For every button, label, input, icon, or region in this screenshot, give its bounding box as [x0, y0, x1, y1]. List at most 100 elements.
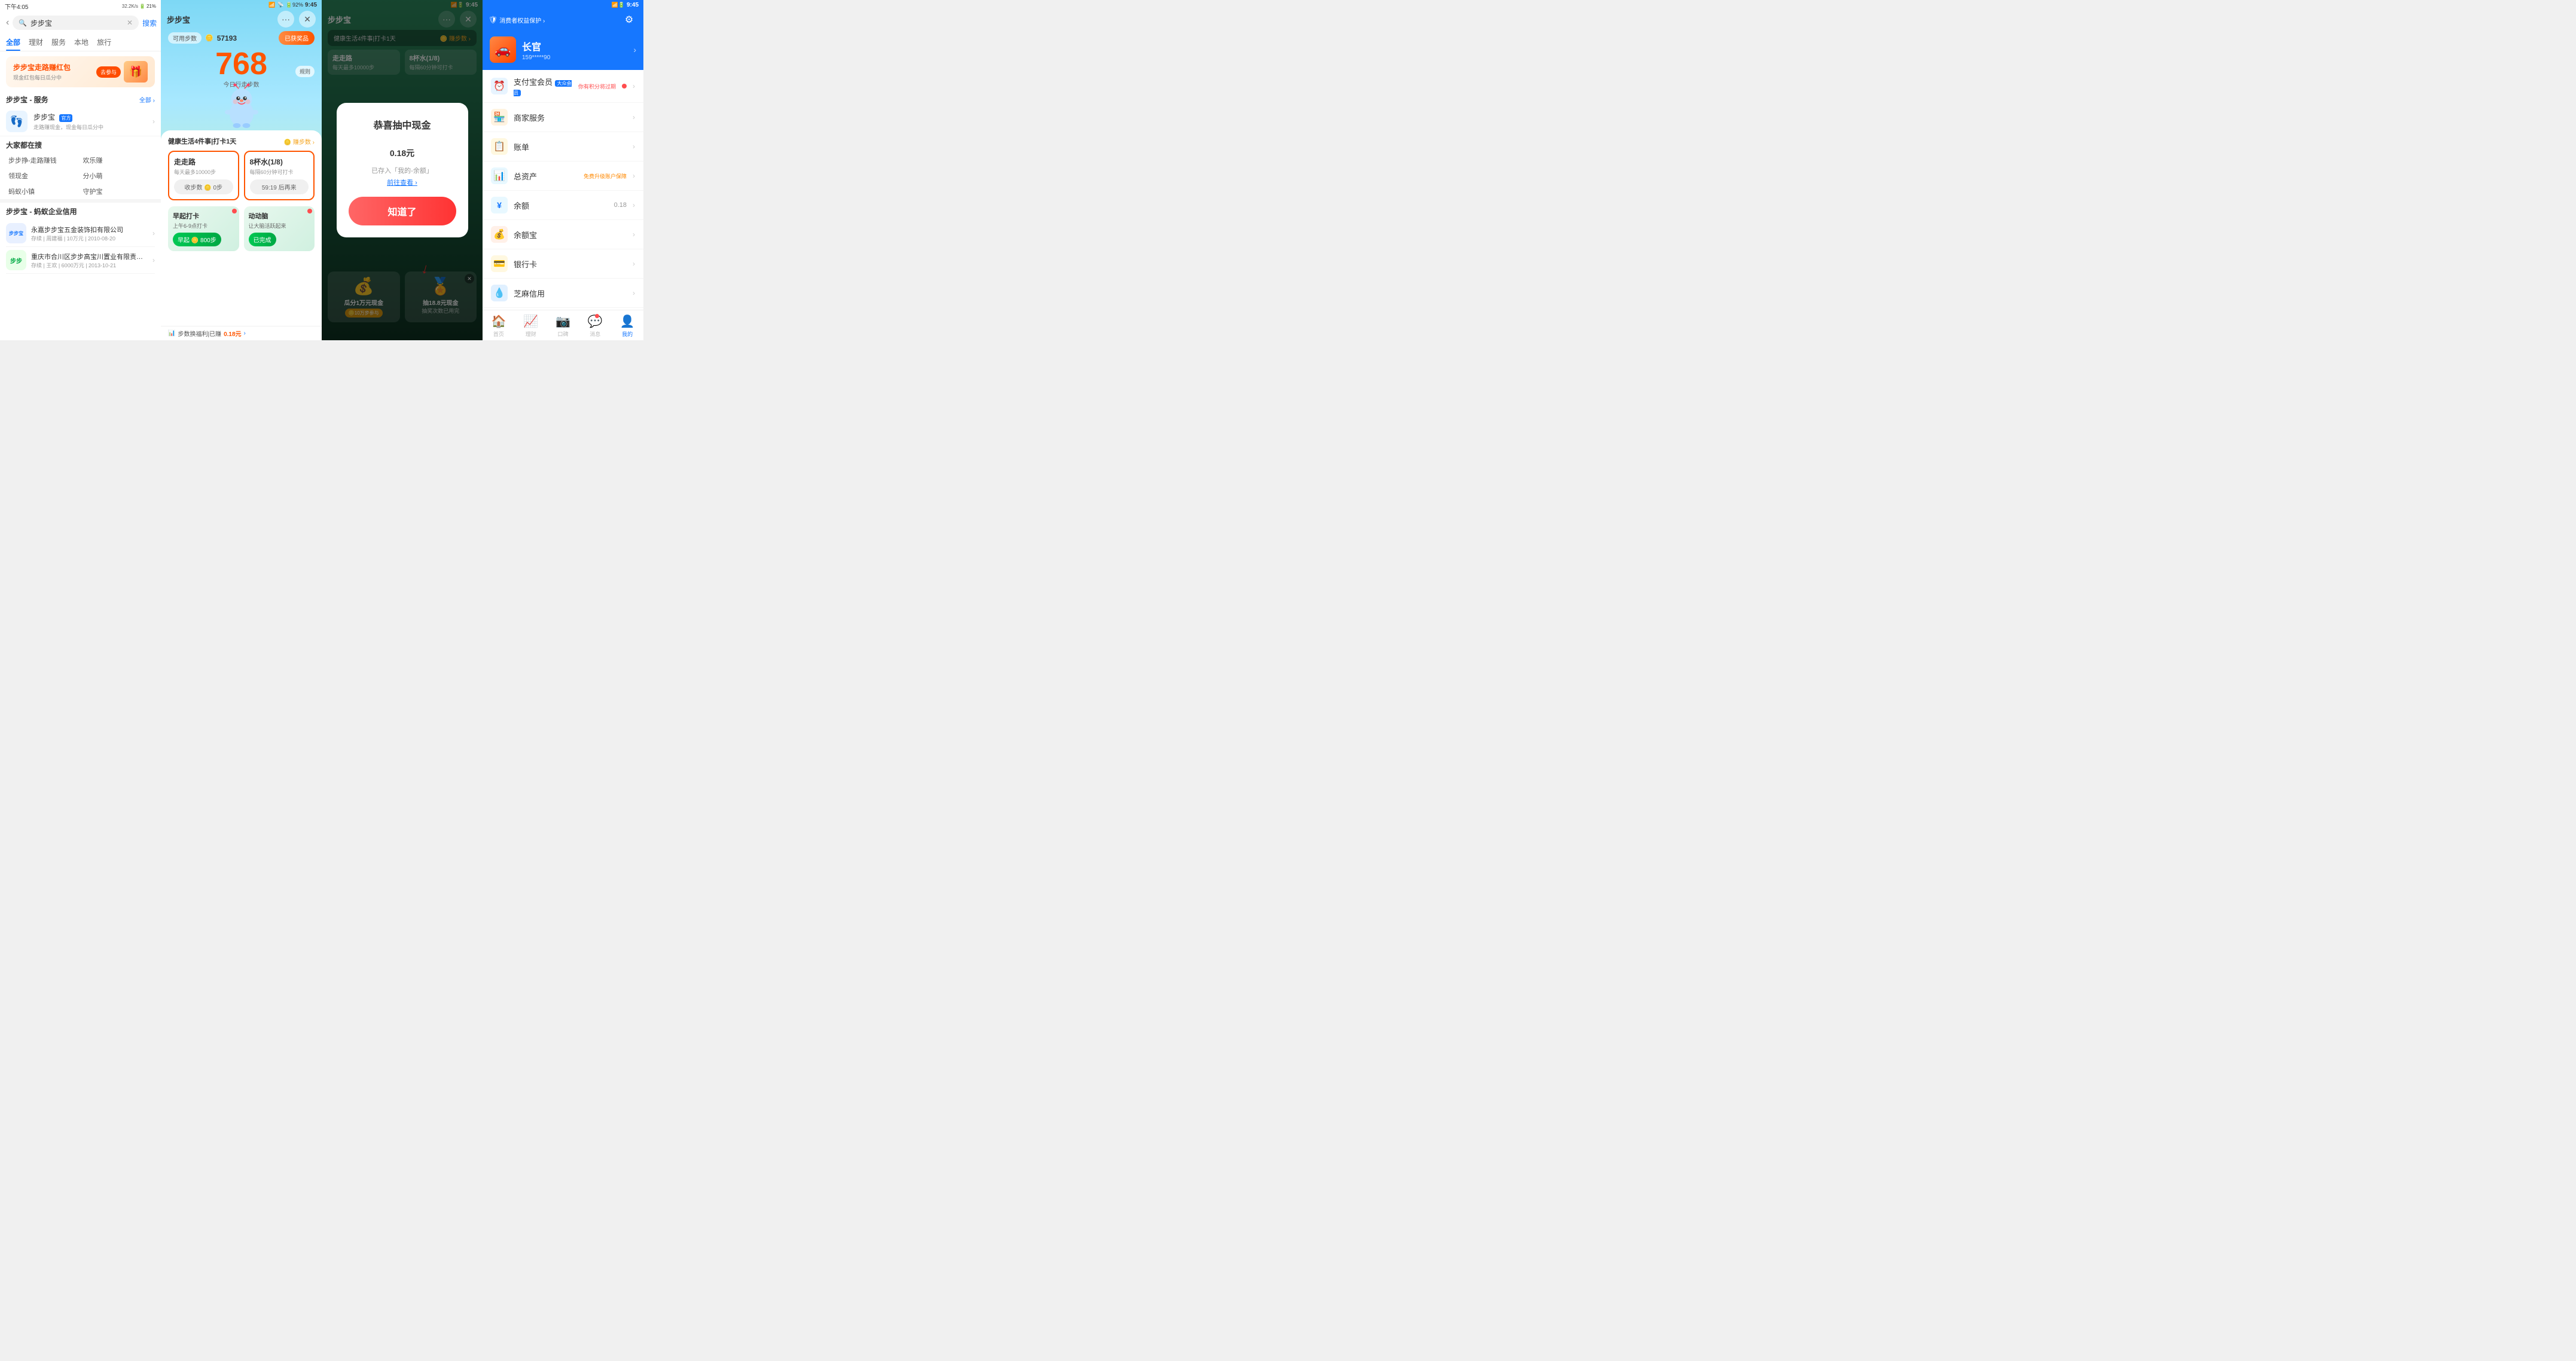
p4-menu-item-yuebao[interactable]: 💰 余额宝 ›	[483, 220, 643, 249]
p2-bonus-early[interactable]: 早起打卡 上午6-9点打卡 早起 🪙 800步	[168, 206, 239, 251]
p2-tasks-earn[interactable]: 🪙 赚步数 ›	[284, 137, 315, 146]
p4-nav-messages[interactable]: 💬 消息	[579, 314, 611, 338]
trending-item-0[interactable]: 步步挣-走路赚钱	[6, 152, 81, 168]
p4-menu-arrow-assets: ›	[633, 172, 635, 180]
trending-item-4[interactable]: 蚂蚁小镇	[6, 184, 81, 199]
p2-dots-button[interactable]: ···	[277, 11, 294, 28]
p4-nav-finance[interactable]: 📈 理财	[515, 314, 547, 338]
back-button[interactable]: ‹	[6, 17, 9, 28]
service-section-header: 步步宝 - 服务 全部 ›	[0, 92, 161, 107]
tab-service[interactable]: 服务	[51, 33, 66, 51]
p4-menu-item-assets[interactable]: 📊 总资产 免费升级账户保障 ›	[483, 161, 643, 191]
p2-task-walk: 走走路 每天最多10000步 收步数 🪙 0步	[168, 151, 239, 200]
p2-task-water-btn[interactable]: 59:19 后再来	[250, 179, 309, 194]
time-display-4: 9:45	[627, 2, 639, 8]
finance-icon: 📈	[523, 314, 538, 329]
p4-user-card[interactable]: 🚗 长官 159*****90 ›	[483, 33, 643, 70]
p2-steps-label: 可用步数	[168, 32, 202, 44]
p2-task-walk-name: 走走路	[174, 157, 233, 167]
battery-pct-1: 21%	[146, 4, 156, 9]
p2-prize-button[interactable]: 已获奖品	[279, 31, 315, 45]
trending-item-1[interactable]: 欢乐赚	[81, 152, 155, 168]
credit-info-1: 重庆市合川区步步高宝川置业有限责… 存续 | 王欢 | 6000万元 | 201…	[31, 252, 143, 269]
p2-bottom-bar[interactable]: 📊 步数换福利|已赚 0.18元 ›	[161, 326, 322, 340]
p4-member-dot	[622, 84, 627, 89]
banner-image: 🎁	[124, 61, 148, 83]
p2-close-button[interactable]: ✕	[299, 11, 316, 28]
p3-modal-title: 恭喜抽中现金	[349, 117, 456, 132]
p4-menu-arrow-member: ›	[633, 82, 635, 90]
tab-travel[interactable]: 旅行	[97, 33, 111, 51]
p2-rules-button[interactable]: 规则	[295, 66, 315, 77]
p4-menu-item-sesame[interactable]: 💧 芝麻信用 ›	[483, 279, 643, 308]
service-title: 步步宝 - 服务	[6, 94, 48, 105]
p4-menu-icon-assets: 📊	[491, 167, 508, 184]
credit-title: 步步宝 - 蚂蚁企业信用	[6, 206, 155, 216]
p2-steps-count: 57193	[217, 34, 237, 42]
p4-menu-arrow-bankcard: ›	[633, 260, 635, 268]
battery-1: 🔋	[139, 4, 145, 9]
p3-modal-overlay: 恭喜抽中现金 0.18元 已存入「我的-余额」 前往查看 › 知道了	[322, 0, 483, 340]
p4-menu-item-balance[interactable]: ¥ 余额 0.18 ›	[483, 191, 643, 220]
credit-item-0[interactable]: 步步宝 永嘉步步宝五金装饰扣有限公司 存续 | 周建福 | 10万元 | 201…	[6, 220, 155, 247]
search-input[interactable]	[30, 19, 123, 27]
trending-item-2[interactable]: 领现金	[6, 168, 81, 184]
home-icon: 🏠	[491, 314, 506, 329]
tab-local[interactable]: 本地	[74, 33, 88, 51]
banner-btn[interactable]: 去参与	[96, 66, 121, 78]
p2-bonus-early-sub: 上午6-9点打卡	[173, 222, 234, 230]
service-more[interactable]: 全部 ›	[139, 95, 155, 104]
service-arrow: ›	[152, 117, 155, 126]
service-info: 步步宝 官方 走路赚现金，现金每日瓜分中	[33, 112, 103, 131]
p2-bonus-brain[interactable]: 动动脑 让大脑活跃起来 已完成	[244, 206, 315, 251]
p4-nav-mine-label: 我的	[622, 330, 633, 338]
p3-confirm-button[interactable]: 知道了	[349, 197, 456, 225]
p3-modal-link[interactable]: 前往查看 ›	[349, 178, 456, 187]
credit-sub-0: 存续 | 周建福 | 10万元 | 2010-08-20	[31, 234, 123, 242]
p4-user-info: 长官 159*****90	[522, 39, 627, 61]
p4-menu-arrow-merchant: ›	[633, 113, 635, 121]
service-icon-bubu: 👣	[6, 111, 28, 132]
p4-nav-home[interactable]: 🏠 首页	[483, 314, 515, 338]
p4-menu-label-bankcard: 银行卡	[514, 258, 627, 270]
p2-bottom-icon: 📊	[168, 330, 175, 337]
p4-consumer-button[interactable]: 🛡 消费者权益保护 ›	[489, 16, 545, 25]
p4-menu-item-bankcard[interactable]: 💳 银行卡 ›	[483, 249, 643, 279]
p2-bonus-brain-btn[interactable]: 已完成	[249, 233, 276, 246]
wifi-2: 📡	[277, 2, 284, 8]
p4-menu-label-assets: 总资产	[514, 170, 575, 182]
p4-balance-value: 0.18	[614, 202, 627, 209]
tab-finance[interactable]: 理财	[29, 33, 43, 51]
service-item-bubu[interactable]: 👣 步步宝 官方 走路赚现金，现金每日瓜分中 ›	[0, 107, 161, 136]
search-button[interactable]: 搜索	[142, 18, 157, 28]
p4-settings-button[interactable]: ⚙	[621, 11, 637, 28]
clear-button[interactable]: ✕	[127, 19, 133, 27]
p4-nav-mine[interactable]: 👤 我的	[611, 314, 643, 338]
p4-menu-arrow-yuebao: ›	[633, 230, 635, 239]
search-icon: 🔍	[19, 19, 27, 27]
search-input-wrap[interactable]: 🔍 ✕	[13, 16, 139, 30]
trending-item-5[interactable]: 守护宝	[81, 184, 155, 199]
service-name-wrap: 步步宝 官方	[33, 112, 103, 123]
p2-task-walk-btn[interactable]: 收步数 🪙 0步	[174, 179, 233, 194]
status-right-4: 📶🔋 9:45	[612, 2, 639, 8]
trending-title: 大家都在搜	[0, 136, 161, 152]
trending-item-3[interactable]: 分小萌	[81, 168, 155, 184]
banner[interactable]: 步步宝走路赚红包 现金红包每日瓜分中 去参与 🎁	[6, 56, 155, 87]
p4-menu-item-merchant[interactable]: 🏪 商家服务 ›	[483, 103, 643, 132]
p4-menu-label-yuebao: 余额宝	[514, 229, 627, 240]
p4-menu-item-bill[interactable]: 📋 账单 ›	[483, 132, 643, 161]
service-name: 步步宝	[33, 113, 55, 121]
tab-all[interactable]: 全部	[6, 33, 20, 51]
p2-tasks-title: 健康生活4件事|打卡1天	[168, 136, 236, 146]
p4-nav-koubei[interactable]: 📷 口碑	[547, 314, 579, 338]
p2-header-actions: ··· ✕	[277, 11, 316, 28]
status-icons-1: 32.2K/s 🔋 21%	[122, 4, 156, 9]
banner-left: 步步宝走路赚红包 现金红包每日瓜分中	[13, 62, 71, 81]
p2-tasks-card: 健康生活4件事|打卡1天 🪙 赚步数 › 走走路 每天最多10000步 收步数 …	[161, 130, 322, 326]
p2-tasks-grid: 走走路 每天最多10000步 收步数 🪙 0步 8杯水(1/8) 每隔60分钟可…	[168, 151, 315, 200]
p2-bonus-early-btn[interactable]: 早起 🪙 800步	[173, 233, 221, 246]
p4-menu-item-member[interactable]: ⏰ 支付宝会员 大众会员 你有积分将过期 ›	[483, 70, 643, 103]
credit-item-1[interactable]: 步步 重庆市合川区步步高宝川置业有限责… 存续 | 王欢 | 6000万元 | …	[6, 247, 155, 274]
p3-modal-desc: 已存入「我的-余额」	[349, 166, 456, 175]
